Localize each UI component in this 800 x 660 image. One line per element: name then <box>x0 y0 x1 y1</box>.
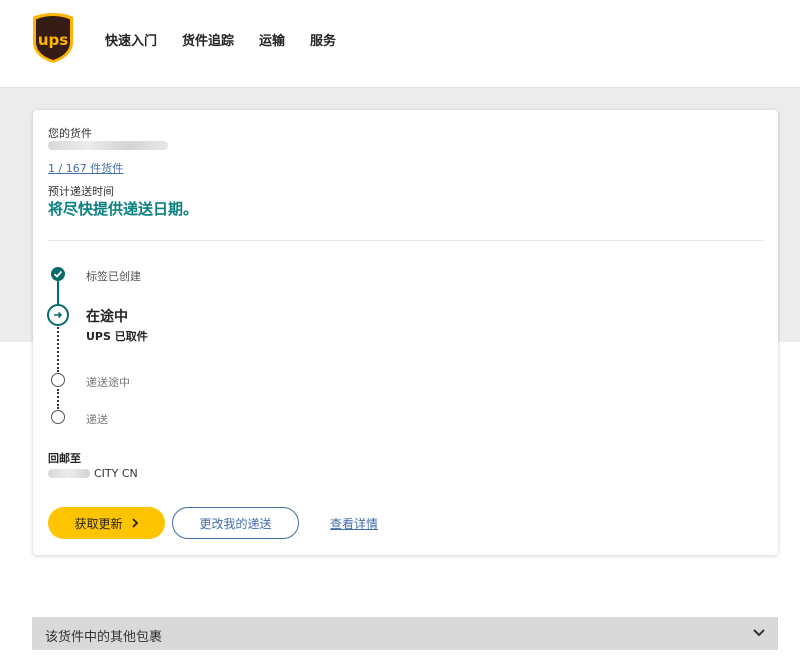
divider <box>48 240 763 241</box>
check-icon <box>51 267 65 281</box>
step-label-out-for-delivery: 递送途中 <box>86 376 130 389</box>
nav-item-get-started[interactable]: 快速入门 <box>105 30 157 49</box>
chevron-right-icon <box>131 518 138 528</box>
return-city: CITY CN <box>94 467 138 480</box>
step-label-in-transit: 在途中 <box>86 309 128 325</box>
circle-icon <box>51 373 65 387</box>
eta-value: 将尽快提供递送日期。 <box>48 200 199 218</box>
view-details-link[interactable]: 查看详情 <box>330 515 378 532</box>
get-updates-button[interactable]: 获取更新 <box>48 507 165 539</box>
tracking-number-redacted <box>48 141 168 150</box>
arrow-right-icon <box>47 304 69 326</box>
ups-shield-icon: ups <box>33 13 73 63</box>
your-package-label: 您的货件 <box>48 127 92 140</box>
step-label-delivered: 递送 <box>86 413 108 426</box>
progress-line-pending <box>57 324 59 372</box>
circle-icon <box>51 410 65 424</box>
ups-logo[interactable]: ups <box>32 12 74 64</box>
other-packages-title: 该货件中的其他包裹 <box>45 630 163 645</box>
progress-line-pending <box>57 389 59 409</box>
eta-label: 预计递送时间 <box>48 185 114 198</box>
other-packages-accordion[interactable]: 该货件中的其他包裹 <box>32 617 778 650</box>
nav-item-tracking[interactable]: 货件追踪 <box>182 30 234 49</box>
return-address-redacted <box>48 469 90 478</box>
chevron-down-icon <box>753 629 765 637</box>
svg-text:ups: ups <box>38 31 68 49</box>
get-updates-label: 获取更新 <box>74 516 123 531</box>
main-nav: 快速入门 货件追踪 运输 服务 <box>105 30 336 49</box>
nav-item-services[interactable]: 服务 <box>310 30 336 49</box>
change-delivery-button[interactable]: 更改我的递送 <box>172 507 299 539</box>
return-to-label: 回邮至 <box>48 452 81 465</box>
package-count-link[interactable]: 1 / 167 件货件 <box>48 160 123 176</box>
nav-item-shipping[interactable]: 运输 <box>259 30 285 49</box>
step-label-created: 标签已创建 <box>86 270 141 283</box>
site-header: ups 快速入门 货件追踪 运输 服务 <box>0 0 800 88</box>
tracking-card: 您的货件 1 / 167 件货件 预计递送时间 将尽快提供递送日期。 标签已创建… <box>33 110 778 555</box>
step-sublabel-picked-up: UPS 已取件 <box>86 330 148 343</box>
